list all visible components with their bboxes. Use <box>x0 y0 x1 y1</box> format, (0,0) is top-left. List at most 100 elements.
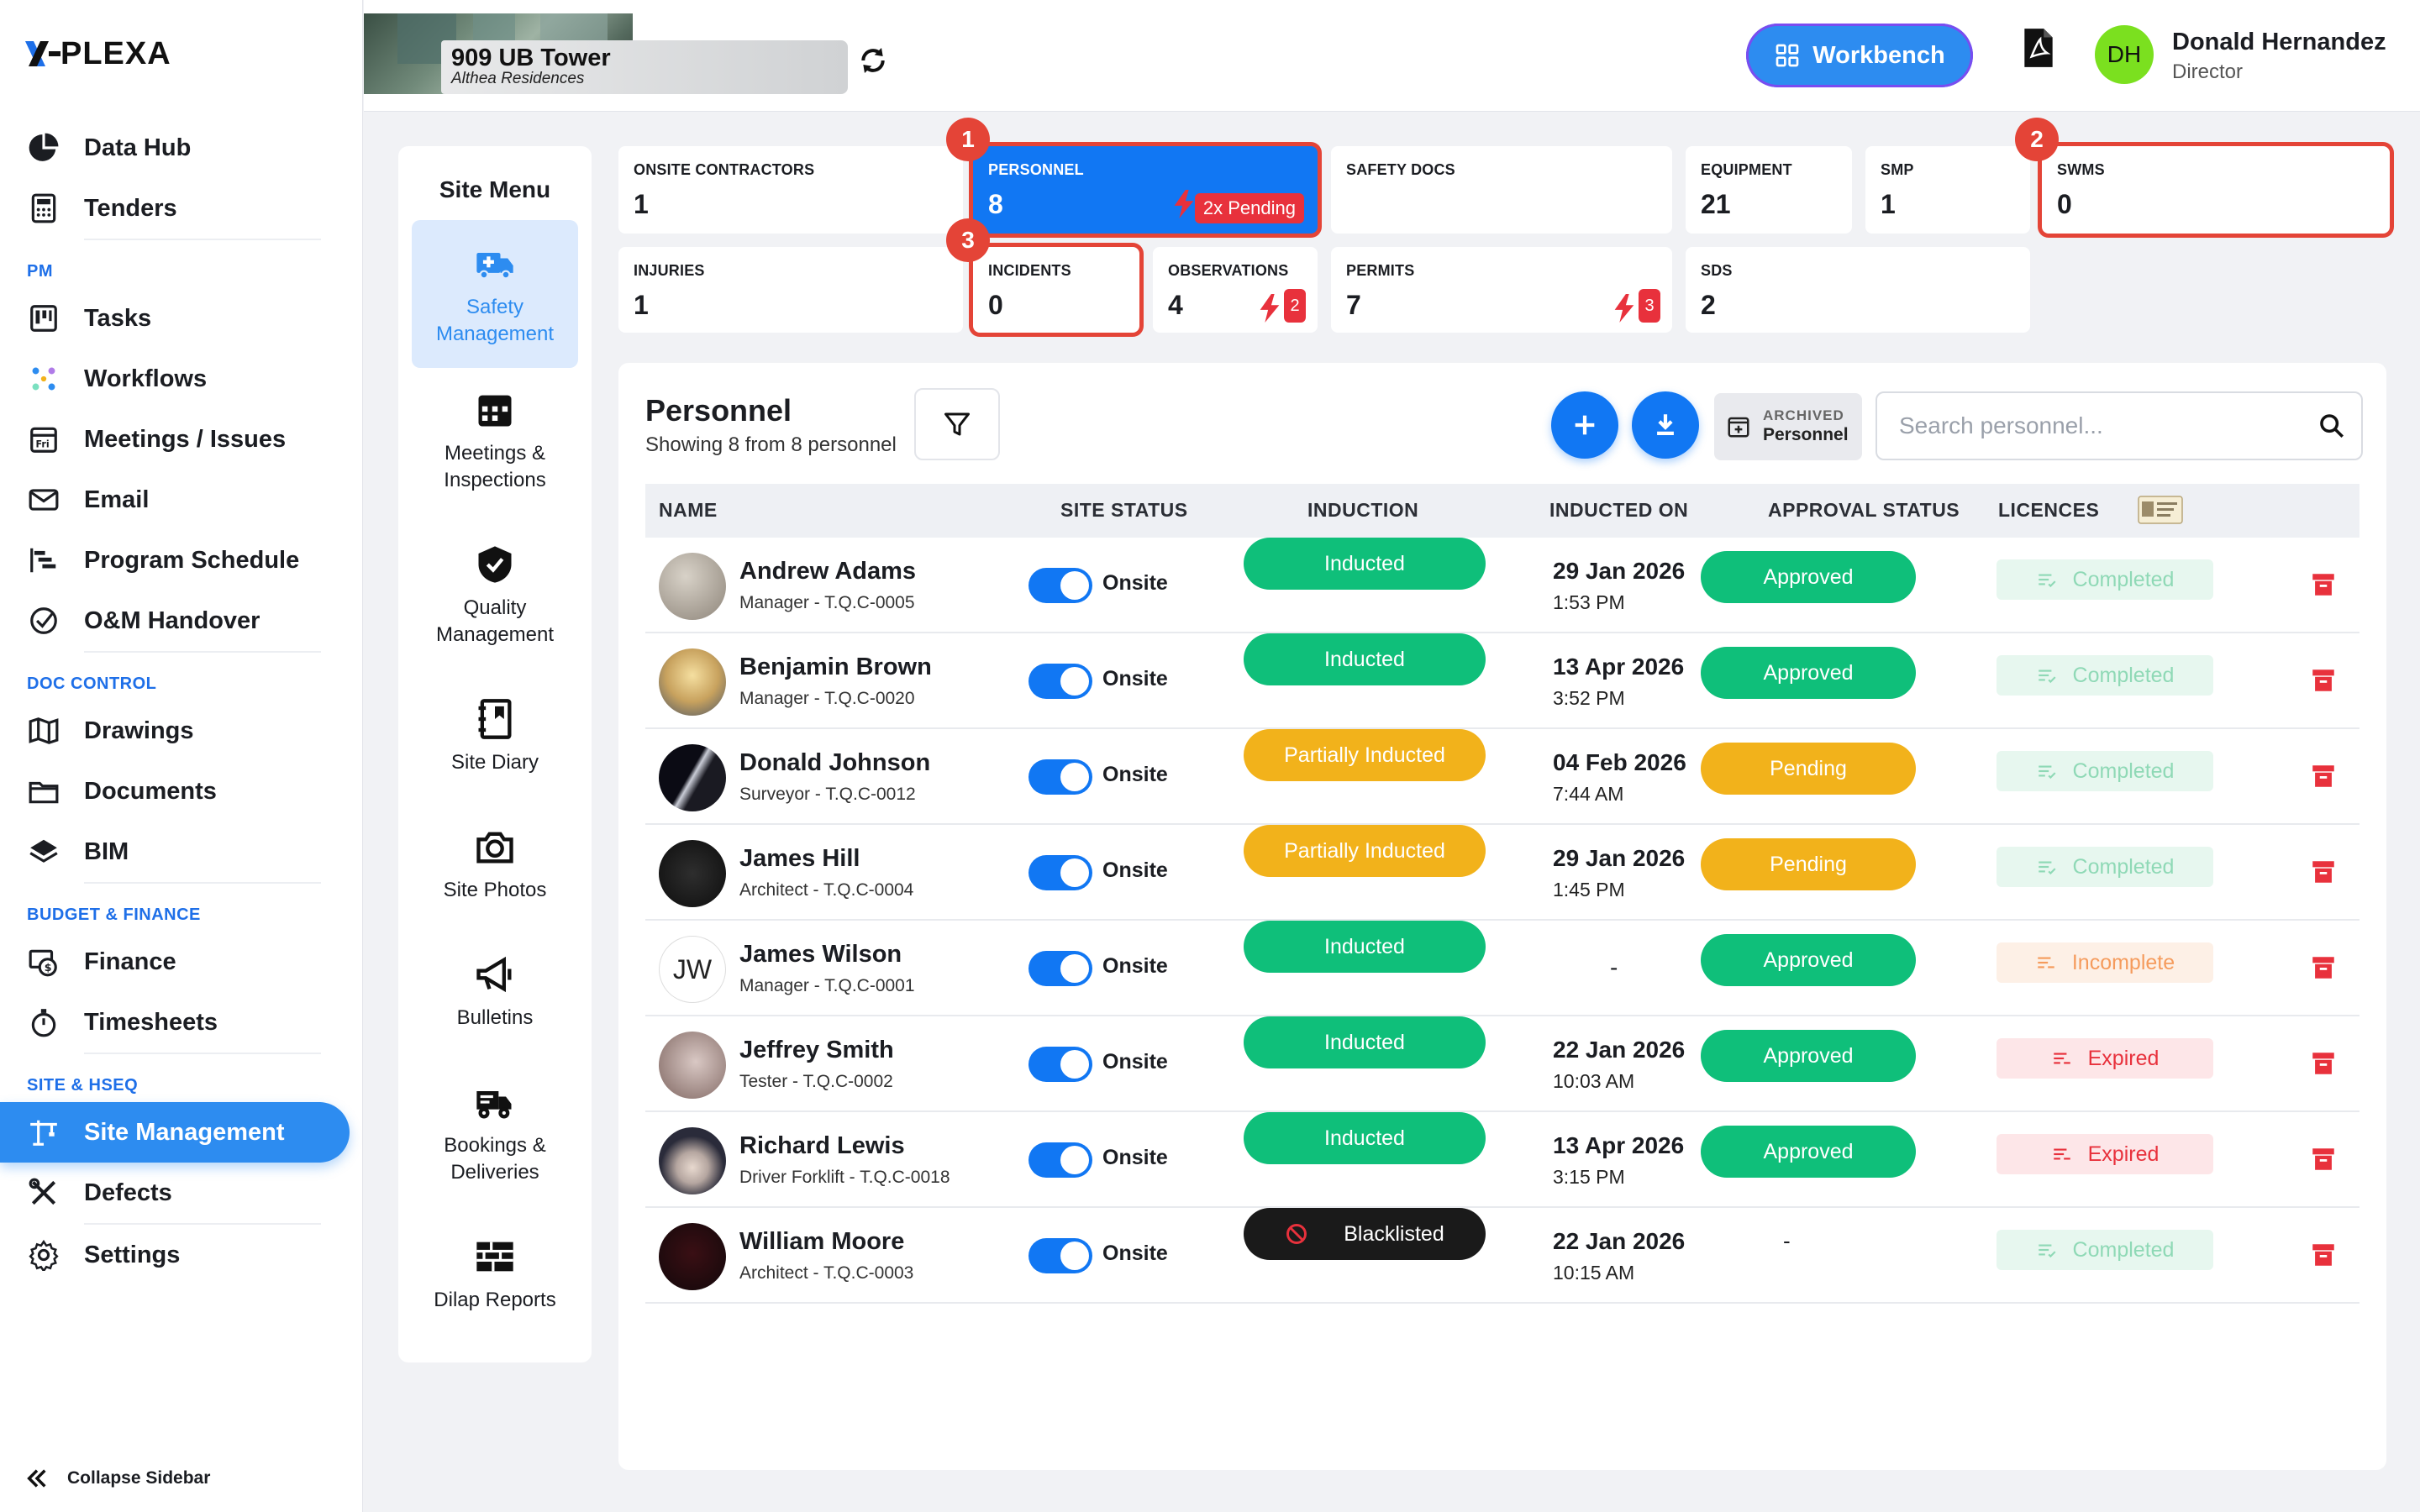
archived-personnel-button[interactable]: ARCHIVED Personnel <box>1714 393 1862 460</box>
sync-icon[interactable] <box>856 44 890 77</box>
licence-status[interactable]: Completed <box>1996 559 2213 600</box>
download-button[interactable] <box>1632 391 1699 459</box>
licence-status[interactable]: Completed <box>1996 751 2213 791</box>
delete-icon[interactable] <box>2309 953 2338 983</box>
person-name[interactable]: James Wilson <box>739 941 902 969</box>
delete-icon[interactable] <box>2309 1144 2338 1174</box>
search-icon[interactable] <box>2317 412 2346 440</box>
stat-incidents[interactable]: INCIDENTS 0 <box>973 247 1139 333</box>
induction-status[interactable]: Partially Inducted <box>1244 825 1486 877</box>
nav-item-site-management[interactable]: Site Management <box>0 1102 350 1163</box>
stat-onsite-contractors[interactable]: ONSITE CONTRACTORS 1 <box>618 146 963 234</box>
nav-item-program-schedule[interactable]: Program Schedule <box>0 530 363 591</box>
add-personnel-button[interactable] <box>1551 391 1618 459</box>
person-name[interactable]: Richard Lewis <box>739 1132 905 1160</box>
site-menu-item-meetings-inspections[interactable]: Meetings & Inspections <box>412 388 578 494</box>
person-name[interactable]: Jeffrey Smith <box>739 1037 894 1064</box>
site-menu-item-quality-management[interactable]: Quality Management <box>412 543 578 648</box>
stat-safety-docs[interactable]: SAFETY DOCS <box>1331 146 1672 234</box>
project-selector[interactable]: 909 UB Tower Althea Residences <box>364 13 848 94</box>
nav-item-meetings-issues[interactable]: Fri Meetings / Issues <box>0 409 363 470</box>
collapse-sidebar-button[interactable]: Collapse Sidebar <box>25 1467 210 1490</box>
nav-item-finance[interactable]: $ Finance <box>0 932 363 992</box>
licence-status[interactable]: Completed <box>1996 1230 2213 1270</box>
pdf-icon[interactable] <box>2021 27 2056 69</box>
site-status-toggle[interactable] <box>1028 664 1092 699</box>
stat-observations[interactable]: OBSERVATIONS 4 2 <box>1153 247 1318 333</box>
approval-status[interactable]: Approved <box>1701 1030 1916 1082</box>
approval-status[interactable]: Approved <box>1701 1126 1916 1178</box>
table-row[interactable]: JW James Wilson Manager - T.Q.C-0001 Ons… <box>645 921 2360 1016</box>
site-menu-item-site-diary[interactable]: Site Diary <box>412 697 578 776</box>
induction-status[interactable]: Inducted <box>1244 538 1486 590</box>
stat-personnel[interactable]: PERSONNEL 8 2x Pending <box>973 146 1318 234</box>
nav-item-workflows[interactable]: Workflows <box>0 349 363 409</box>
licence-status[interactable]: Incomplete <box>1996 942 2213 983</box>
table-row[interactable]: Richard Lewis Driver Forklift - T.Q.C-00… <box>645 1112 2360 1208</box>
nav-item-bim[interactable]: BIM <box>0 822 363 882</box>
workbench-button[interactable]: Workbench <box>1746 24 1973 87</box>
induction-status[interactable]: Inducted <box>1244 1112 1486 1164</box>
column-header-inducted-on[interactable]: INDUCTED ON <box>1549 499 1688 522</box>
column-header-licences[interactable]: LICENCES <box>1998 499 2099 522</box>
licence-status[interactable]: Expired <box>1996 1038 2213 1079</box>
column-header-induction[interactable]: INDUCTION <box>1307 499 1418 522</box>
nav-item-timesheets[interactable]: Timesheets <box>0 992 363 1053</box>
table-row[interactable]: Andrew Adams Manager - T.Q.C-0005 Onsite… <box>645 538 2360 633</box>
delete-icon[interactable] <box>2309 665 2338 696</box>
stat-injuries[interactable]: INJURIES 1 <box>618 247 963 333</box>
table-row[interactable]: Benjamin Brown Manager - T.Q.C-0020 Onsi… <box>645 633 2360 729</box>
nav-item-documents[interactable]: Documents <box>0 761 363 822</box>
filter-button[interactable] <box>914 388 1000 460</box>
induction-status[interactable]: Inducted <box>1244 921 1486 973</box>
column-header-name[interactable]: NAME <box>659 499 718 522</box>
delete-icon[interactable] <box>2309 570 2338 600</box>
nav-item-drawings[interactable]: Drawings <box>0 701 363 761</box>
approval-status[interactable]: Pending <box>1701 838 1916 890</box>
delete-icon[interactable] <box>2309 761 2338 791</box>
approval-status[interactable]: Pending <box>1701 743 1916 795</box>
induction-status[interactable]: Partially Inducted <box>1244 729 1486 781</box>
site-menu-item-bulletins[interactable]: Bulletins <box>412 953 578 1032</box>
delete-icon[interactable] <box>2309 1240 2338 1270</box>
nav-item-tenders[interactable]: Tenders <box>0 178 363 239</box>
table-row[interactable]: William Moore Architect - T.Q.C-0003 Ons… <box>645 1208 2360 1304</box>
site-status-toggle[interactable] <box>1028 568 1092 603</box>
site-menu-item-bookings-deliveries[interactable]: Bookings & Deliveries <box>412 1080 578 1186</box>
site-status-toggle[interactable] <box>1028 951 1092 986</box>
nav-item-settings[interactable]: Settings <box>0 1225 363 1285</box>
site-status-toggle[interactable] <box>1028 855 1092 890</box>
induction-status[interactable]: Blacklisted <box>1244 1208 1486 1260</box>
person-name[interactable]: Donald Johnson <box>739 749 930 777</box>
person-name[interactable]: Andrew Adams <box>739 558 916 585</box>
site-menu-item-safety-management[interactable]: Safety Management <box>412 220 578 368</box>
person-name[interactable]: James Hill <box>739 845 860 873</box>
table-row[interactable]: James Hill Architect - T.Q.C-0004 Onsite… <box>645 825 2360 921</box>
person-name[interactable]: Benjamin Brown <box>739 654 932 681</box>
site-menu-item-site-photos[interactable]: Site Photos <box>412 825 578 904</box>
nav-item-data-hub[interactable]: Data Hub <box>0 118 363 178</box>
stat-swms[interactable]: SWMS 0 <box>2042 146 2390 234</box>
licence-status[interactable]: Completed <box>1996 847 2213 887</box>
nav-item-email[interactable]: Email <box>0 470 363 530</box>
site-status-toggle[interactable] <box>1028 1238 1092 1273</box>
stat-sds[interactable]: SDS 2 <box>1686 247 2030 333</box>
search-input[interactable] <box>1877 393 2314 459</box>
approval-status[interactable]: Approved <box>1701 551 1916 603</box>
stat-equipment[interactable]: EQUIPMENT 21 <box>1686 146 1852 234</box>
site-status-toggle[interactable] <box>1028 1142 1092 1178</box>
induction-status[interactable]: Inducted <box>1244 633 1486 685</box>
site-menu-item-dilap-reports[interactable]: Dilap Reports <box>412 1235 578 1314</box>
delete-icon[interactable] <box>2309 857 2338 887</box>
licence-status[interactable]: Expired <box>1996 1134 2213 1174</box>
column-header-site-status[interactable]: SITE STATUS <box>1060 499 1188 522</box>
table-row[interactable]: Donald Johnson Surveyor - T.Q.C-0012 Ons… <box>645 729 2360 825</box>
plexa-logo[interactable]: PLEXA <box>25 36 171 71</box>
site-status-toggle[interactable] <box>1028 1047 1092 1082</box>
delete-icon[interactable] <box>2309 1048 2338 1079</box>
stat-permits[interactable]: PERMITS 7 3 <box>1331 247 1672 333</box>
licence-status[interactable]: Completed <box>1996 655 2213 696</box>
nav-item-om-handover[interactable]: O&M Handover <box>0 591 363 651</box>
user-avatar[interactable]: DH <box>2095 25 2154 84</box>
stat-smp[interactable]: SMP 1 <box>1865 146 2030 234</box>
